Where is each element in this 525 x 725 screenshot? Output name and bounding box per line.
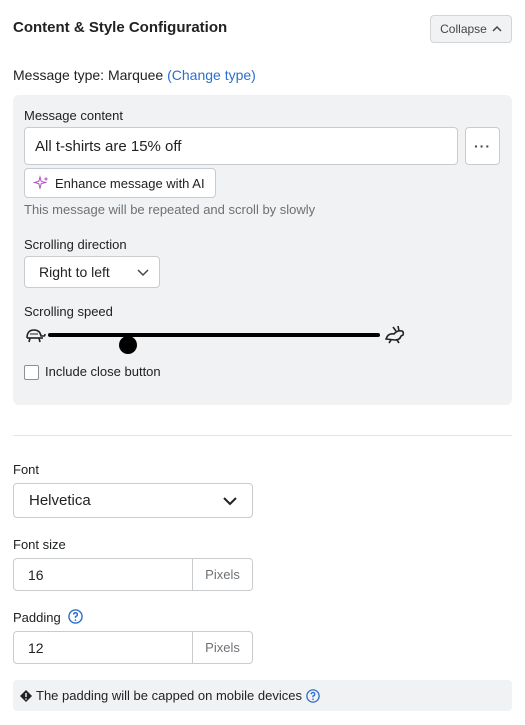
font-select[interactable]: Helvetica	[13, 483, 253, 518]
close-button-checkbox[interactable]	[24, 365, 39, 380]
diamond-alert-icon	[20, 689, 32, 702]
help-icon[interactable]	[68, 609, 83, 624]
scrolling-direction-label: Scrolling direction	[24, 237, 127, 252]
header: Content & Style Configuration Collapse	[13, 15, 512, 43]
scrolling-direction-select[interactable]: Right to left	[24, 256, 160, 288]
turtle-icon	[26, 329, 46, 343]
padding-unit: Pixels	[192, 632, 252, 663]
slider-thumb[interactable]	[118, 336, 137, 354]
padding-input[interactable]: 12	[14, 632, 192, 663]
font-size-label: Font size	[13, 537, 66, 552]
enhance-ai-label: Enhance message with AI	[55, 175, 205, 191]
message-help-text: This message will be repeated and scroll…	[24, 202, 316, 217]
chevron-up-icon	[492, 25, 502, 32]
padding-notice-text: The padding will be capped on mobile dev…	[36, 688, 302, 703]
sparkle-icon	[33, 175, 49, 190]
rabbit-icon	[384, 325, 405, 344]
padding-notice: The padding will be capped on mobile dev…	[13, 680, 512, 711]
more-options-button[interactable]: ···	[465, 127, 500, 165]
scrolling-direction-value: Right to left	[39, 264, 110, 280]
collapse-button[interactable]: Collapse	[430, 15, 512, 43]
message-content-label: Message content	[24, 108, 124, 123]
page-title: Content & Style Configuration	[13, 19, 228, 36]
font-value: Helvetica	[29, 492, 91, 509]
change-type-link[interactable]: (Change type)	[167, 67, 256, 83]
close-button-label: Include close button	[45, 364, 161, 379]
message-type-value: Marquee	[107, 67, 164, 83]
padding-field: 12 Pixels	[13, 631, 253, 664]
font-label: Font	[13, 462, 40, 477]
section-divider	[13, 435, 512, 436]
slider-track[interactable]	[48, 333, 380, 354]
font-size-unit: Pixels	[192, 559, 252, 590]
chevron-down-icon	[137, 269, 149, 277]
padding-label: Padding	[13, 610, 61, 625]
chevron-down-icon	[223, 497, 237, 506]
message-content-input[interactable]: All t-shirts are 15% off	[24, 127, 458, 165]
font-size-field: 16 Pixels	[13, 558, 253, 591]
scrolling-speed-slider[interactable]	[24, 323, 406, 354]
message-type-row: Message type: Marquee (Change type)	[13, 67, 256, 83]
message-settings-panel: Message content All t-shirts are 15% off…	[13, 95, 512, 405]
help-icon[interactable]	[306, 688, 320, 703]
collapse-label: Collapse	[440, 22, 487, 36]
message-type-label: Message type:	[13, 67, 105, 83]
enhance-ai-button[interactable]: Enhance message with AI	[24, 168, 216, 198]
scrolling-speed-label: Scrolling speed	[24, 304, 113, 319]
font-size-input[interactable]: 16	[14, 559, 192, 590]
